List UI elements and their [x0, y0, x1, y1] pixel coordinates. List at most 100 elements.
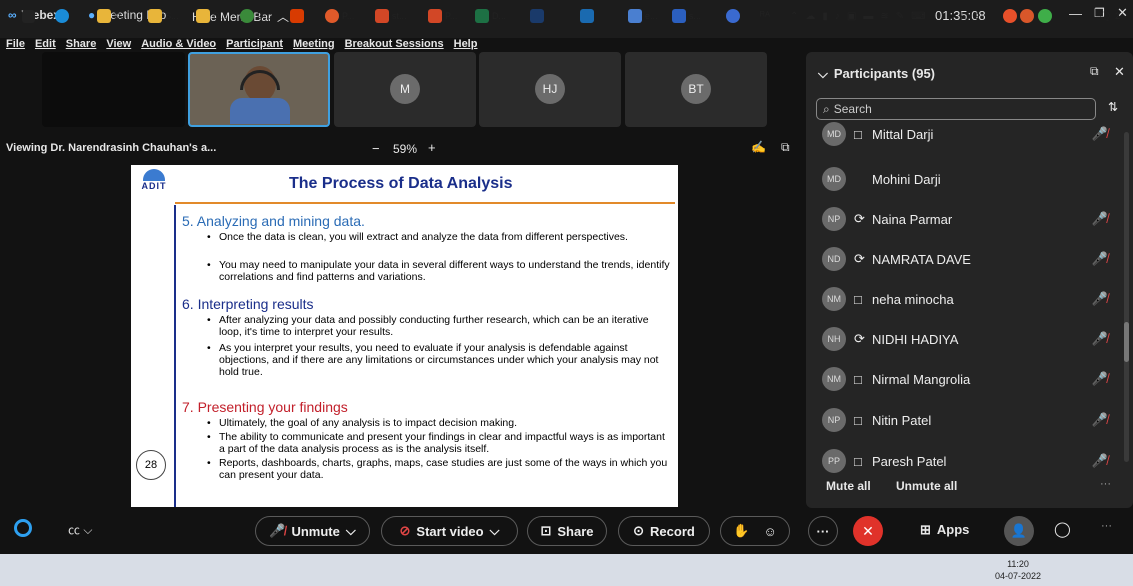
close-panel-icon[interactable]: ✕: [1114, 64, 1125, 80]
taskbar-app[interactable]: D...: [240, 8, 271, 24]
share-button[interactable]: ⊡ Share: [527, 516, 607, 546]
taskbar-app[interactable]: P...: [428, 8, 457, 24]
participant-row[interactable]: NM □ Nirmal Mangrolia 🎤̸: [822, 367, 1122, 391]
avatar: M: [390, 74, 420, 104]
avatar: MD: [822, 167, 846, 191]
taskbar-app[interactable]: s...: [672, 8, 701, 24]
taskbar-app[interactable]: st...: [375, 8, 407, 24]
webex-logo-icon: ∞: [8, 8, 17, 22]
video-thumbnail-hj[interactable]: HJ: [479, 52, 621, 127]
system-tray[interactable]: ⌃ ☁ ▮ ♪ ▣ ▬ ≋ ✎ ⌨: [790, 8, 926, 24]
notifications-icon[interactable]: 🗨 2: [1098, 8, 1120, 24]
participant-row[interactable]: ND ⟳ NAMRATA DAVE 🎤̸: [822, 247, 1122, 271]
video-thumbnail-m[interactable]: M: [334, 52, 476, 127]
muted-mic-icon[interactable]: 🎤̸: [1092, 251, 1108, 267]
device-icon: □: [854, 453, 862, 469]
participants-header[interactable]: ⌵ Participants (95): [818, 66, 935, 82]
taskbar-app[interactable]: e...: [628, 8, 658, 24]
security-icon: [1020, 9, 1034, 23]
raise-hand-icon[interactable]: ✋: [733, 523, 749, 539]
people-tray-icon[interactable]: ᴿᴬ: [760, 8, 770, 24]
unmute-button[interactable]: 🎤̸ Unmute ⌵: [255, 516, 370, 546]
word-icon: [672, 9, 686, 23]
apps-icon: ⊞: [920, 522, 931, 537]
apps-button[interactable]: ⊞ Apps: [920, 522, 969, 538]
webex-meetings-icon[interactable]: [580, 8, 594, 24]
shared-slide: ADIT The Process of Data Analysis 28 5. …: [131, 165, 678, 507]
network-icon: ▮: [822, 10, 828, 22]
more-options-icon[interactable]: ···: [1101, 520, 1112, 532]
participant-row[interactable]: MD Mohini Darji: [822, 167, 1122, 191]
taskbar-app[interactable]: D...: [196, 8, 227, 24]
network-icon: [1038, 9, 1052, 23]
muted-mic-icon[interactable]: 🎤̸: [1092, 291, 1108, 307]
muted-mic-icon[interactable]: 🎤̸: [1092, 331, 1108, 347]
folder-icon: [97, 9, 111, 23]
reactions-group[interactable]: ✋ ☺: [720, 516, 790, 546]
unmute-all-button[interactable]: Unmute all: [896, 479, 957, 493]
participant-row[interactable]: NM □ neha minocha 🎤̸: [822, 287, 1122, 311]
annotate-icon[interactable]: ✍: [751, 140, 766, 154]
more-options-icon[interactable]: ···: [1100, 478, 1111, 490]
mute-all-button[interactable]: Mute all: [826, 479, 871, 493]
office-icon[interactable]: [290, 8, 304, 24]
pop-out-icon[interactable]: ⧉: [781, 140, 790, 155]
avatar: NM: [822, 287, 846, 311]
record-button[interactable]: ⊙ Record: [618, 516, 710, 546]
bullet: Ultimately, the goal of any analysis is …: [207, 417, 517, 429]
muted-mic-icon[interactable]: 🎤̸: [1092, 453, 1108, 469]
webex-taskbar-icon[interactable]: [530, 8, 544, 24]
leave-meeting-button[interactable]: ✕: [853, 516, 883, 546]
edge-icon[interactable]: [55, 8, 69, 24]
taskbar-app[interactable]: D...: [475, 8, 506, 24]
participant-row[interactable]: NP ⟳ Naina Parmar 🎤̸: [822, 207, 1122, 231]
taskbar-app[interactable]: D...: [97, 8, 128, 24]
chat-icon[interactable]: ◯: [1054, 520, 1071, 538]
search-input[interactable]: ⌕ Search: [816, 98, 1096, 120]
scrollbar[interactable]: [1124, 132, 1129, 462]
wifi-icon: ≋: [880, 10, 889, 22]
muted-mic-icon[interactable]: 🎤̸: [1092, 371, 1108, 387]
muted-mic-icon[interactable]: 🎤̸: [1092, 412, 1108, 428]
start-video-button[interactable]: ⊘ Start video ⌵: [381, 516, 518, 546]
muted-mic-icon[interactable]: 🎤̸: [1092, 126, 1108, 142]
device-icon: □: [854, 371, 862, 387]
sort-icon[interactable]: ⇅: [1108, 100, 1118, 114]
speaker-video-image: [230, 62, 290, 124]
video-thumbnail-speaker[interactable]: [188, 52, 330, 127]
clock[interactable]: 11:20 04-07-2022: [990, 558, 1046, 582]
participants-button[interactable]: 👤: [1004, 516, 1034, 546]
video-off-icon: ⊘: [399, 523, 411, 538]
help-icon[interactable]: [726, 8, 740, 24]
participant-row[interactable]: NH ⟳ NIDHI HADIYA 🎤̸: [822, 327, 1122, 351]
participant-row[interactable]: PP □ Paresh Patel 🎤̸: [822, 449, 1122, 473]
start-icon[interactable]: [22, 8, 35, 24]
device-icon: □: [854, 412, 862, 428]
captions-icon[interactable]: ㏄ ⌵: [68, 521, 92, 538]
slide-logo: ADIT: [135, 169, 173, 199]
chevron-down-icon: ⌵: [818, 66, 828, 81]
more-button[interactable]: ···: [808, 516, 838, 546]
section-heading-7: 7. Presenting your findings: [182, 399, 348, 415]
video-thumbnail-blank[interactable]: [42, 52, 185, 127]
muted-mic-icon[interactable]: 🎤̸: [1092, 211, 1108, 227]
video-thumbnail-bt[interactable]: BT: [625, 52, 767, 127]
device-icon: □: [854, 126, 862, 142]
taskbar: [0, 554, 1133, 586]
pop-out-panel-icon[interactable]: ⧉: [1090, 64, 1099, 79]
participant-row[interactable]: NP □ Nitin Patel 🎤̸: [822, 408, 1122, 432]
language-indicator[interactable]: ENG: [960, 8, 980, 24]
webex-assistant-icon[interactable]: [14, 519, 32, 537]
taskbar-app[interactable]: S...: [148, 8, 179, 24]
chevron-down-icon: ⌵: [345, 523, 356, 538]
minimize-icon[interactable]: —: [1069, 6, 1082, 21]
zoom-in-button[interactable]: +: [428, 140, 436, 155]
emoji-icon[interactable]: ☺: [763, 524, 776, 539]
slide-title: The Process of Data Analysis: [289, 175, 513, 192]
menu-file[interactable]: File: [6, 38, 25, 54]
participants-panel: ⌵ Participants (95) ⧉ ✕ ⌕ Search ⇅ MD □ Mitt…: [806, 52, 1133, 508]
zoom-out-button[interactable]: −: [372, 141, 380, 156]
chrome-icon: [240, 9, 254, 23]
taskbar-app[interactable]: P...: [325, 8, 354, 24]
participant-row[interactable]: MD □ Mittal Darji 🎤̸: [822, 122, 1122, 146]
